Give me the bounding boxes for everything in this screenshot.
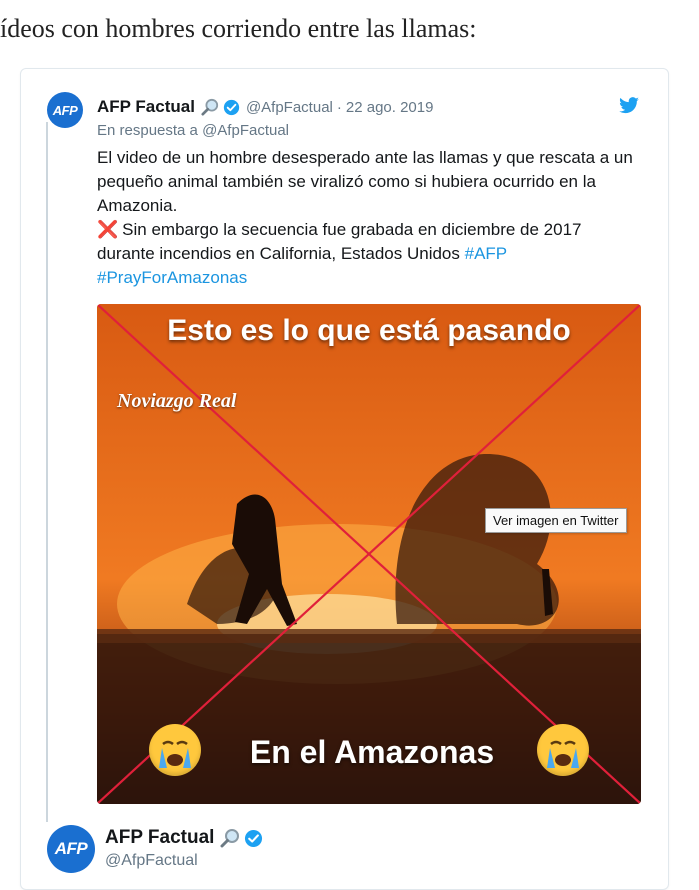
tweet-media-image[interactable]: Esto es lo que está pasando Noviazgo Rea…: [97, 304, 641, 804]
video-caption-bottom: En el Amazonas: [249, 734, 495, 770]
verified-badge-icon: [245, 829, 263, 847]
avatar-text: AFP: [54, 839, 88, 858]
magnifying-glass-icon: [201, 98, 219, 116]
crying-face-emoji-icon: [537, 724, 589, 776]
tweet-header: AFP Factual @AfpFactual · 22 ago. 2019: [97, 96, 657, 118]
crying-face-emoji-icon: [149, 724, 201, 776]
video-caption-top: Esto es lo que está pasando: [167, 314, 571, 347]
tweet-paragraph-2: ❌ Sin embargo la secuencia fue grabada en…: [97, 218, 637, 290]
separator: ·: [336, 98, 342, 116]
avatar-text: AFP: [52, 102, 78, 118]
hashtag-afp-link[interactable]: #AFP: [465, 244, 507, 263]
hashtag-prayforamazonas-link[interactable]: #PrayForAmazonas: [97, 268, 247, 287]
tweet-date[interactable]: 22 ago. 2019: [346, 99, 434, 116]
avatar[interactable]: AFP: [47, 825, 95, 873]
reply-prefix: En respuesta a: [97, 122, 198, 139]
tweet-paragraph-1: El video de un hombre desesperado ante l…: [97, 148, 633, 215]
author-name[interactable]: AFP Factual: [97, 97, 195, 117]
reply-mention-link[interactable]: @AfpFactual: [202, 122, 289, 139]
video-watermark: Noviazgo Real: [117, 390, 237, 412]
second-tweet-header: AFP Factual: [105, 827, 263, 849]
tweet-paragraph-2-text: Sin embargo la secuencia fue grabada en …: [97, 220, 582, 263]
avatar[interactable]: AFP: [47, 92, 83, 128]
tweet-text: El video de un hombre desesperado ante l…: [97, 146, 637, 290]
author-handle[interactable]: @AfpFactual: [246, 99, 333, 116]
intro-text: ídeos con hombres corriendo entre las ll…: [0, 14, 477, 43]
verified-badge-icon: [223, 99, 240, 115]
view-image-tooltip: Ver imagen en Twitter: [485, 508, 627, 533]
magnifying-glass-icon: [220, 829, 240, 848]
cross-mark-icon: ❌: [97, 220, 119, 239]
author-handle[interactable]: @AfpFactual: [105, 852, 198, 870]
author-name[interactable]: AFP Factual: [105, 827, 214, 849]
reply-indicator: En respuesta a @AfpFactual: [97, 122, 289, 139]
thread-line: [46, 122, 48, 822]
twitter-bird-icon[interactable]: [618, 97, 640, 115]
